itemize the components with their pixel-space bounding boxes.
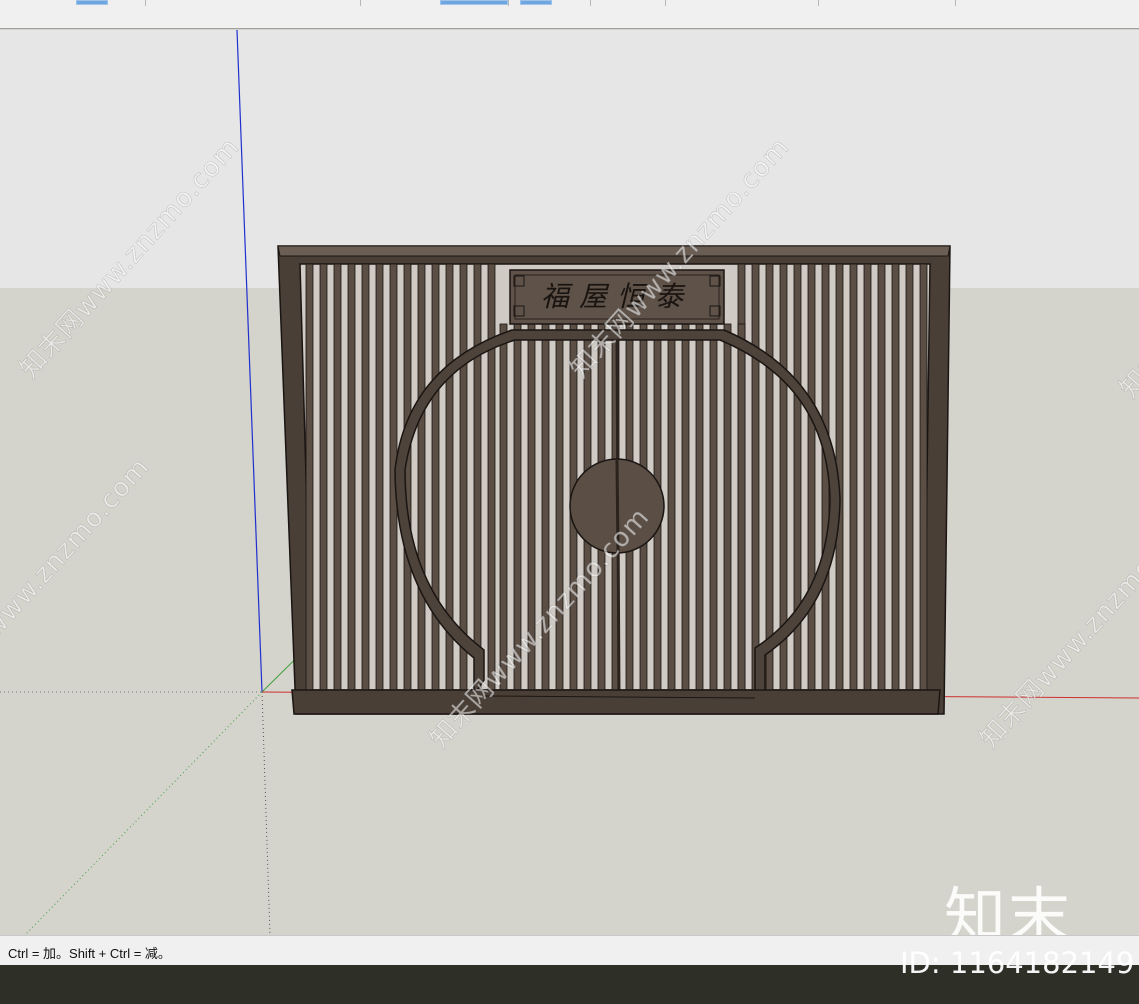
toolbar xyxy=(0,0,1139,29)
toolbar-separator xyxy=(145,0,146,6)
gate-bar xyxy=(849,263,858,691)
toolbar-separator xyxy=(955,0,956,6)
gate-bar xyxy=(459,263,468,691)
gate-bar xyxy=(431,263,440,691)
gate-bar xyxy=(473,263,482,691)
toolbar-separator xyxy=(818,0,819,6)
gate-bar xyxy=(305,263,314,691)
toolbar-tool-button[interactable] xyxy=(440,0,508,5)
gate-top-rail xyxy=(277,245,951,257)
gate-bar xyxy=(347,263,356,691)
toolbar-separator xyxy=(665,0,666,6)
toolbar-separator xyxy=(590,0,591,6)
gate-base-rail xyxy=(291,689,941,715)
gate-bar xyxy=(905,263,914,691)
gate-bar xyxy=(695,323,704,697)
gate-bar xyxy=(361,263,370,691)
toolbar-separator xyxy=(360,0,361,6)
gate-bar xyxy=(375,263,384,691)
scene-canvas: 福屋恒泰 xyxy=(0,30,1139,935)
gate-bar xyxy=(333,263,342,691)
gate-bar xyxy=(919,263,928,691)
gate-bar xyxy=(807,263,816,691)
gate-bar xyxy=(555,323,564,697)
gate-bar xyxy=(667,323,676,697)
gate-bar xyxy=(417,263,426,691)
watermark-id: ID: 1164182149 xyxy=(900,946,1135,980)
toolbar-tool-button[interactable] xyxy=(520,0,552,5)
gate-bar xyxy=(723,323,732,697)
gate-bar xyxy=(863,263,872,691)
gate-bar xyxy=(765,263,774,691)
toolbar-separator xyxy=(508,0,509,6)
gate-bar xyxy=(877,263,886,691)
model-viewport[interactable]: 福屋恒泰 知末网www.znzmo.com 知末网www.znzmo.com 知… xyxy=(0,30,1139,935)
gate-bar xyxy=(891,263,900,691)
gate-bar xyxy=(751,263,760,691)
gate-bar xyxy=(319,263,328,691)
gate-bar xyxy=(709,323,718,697)
gate-bar xyxy=(487,263,496,691)
toolbar-tool-button[interactable] xyxy=(76,0,108,5)
status-hint: Ctrl = 加。Shift + Ctrl = 减。 xyxy=(8,946,171,961)
gate-bar xyxy=(737,323,746,697)
gate-bar xyxy=(681,323,690,697)
